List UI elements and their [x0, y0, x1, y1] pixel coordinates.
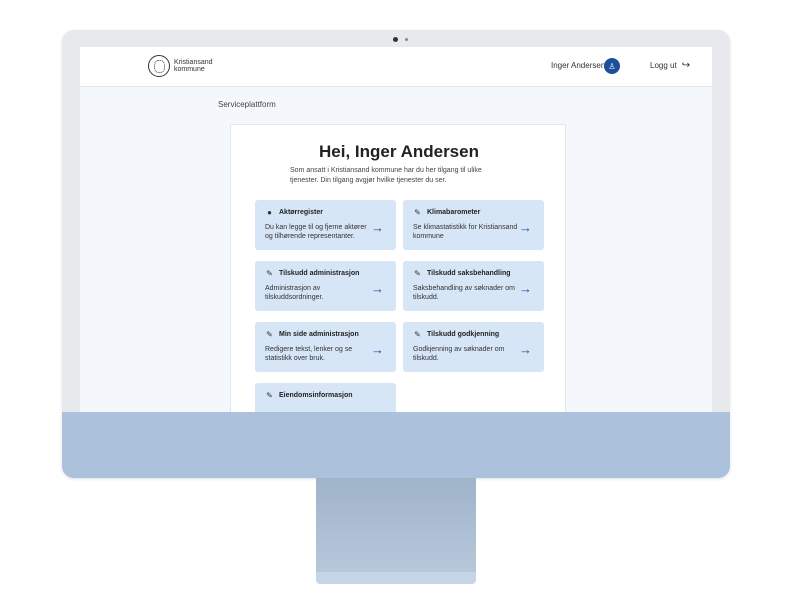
intro-text: Som ansatt i Kristiansand kommune har du… — [290, 167, 482, 184]
service-tile-tilskudd-saksbehandling[interactable]: ✎ Tilskudd saksbehandling Saksbehandling… — [403, 261, 544, 311]
screen: Kristiansand kommune Inger Andersen ♙ Lo… — [80, 47, 712, 413]
logout-icon: ↪ — [681, 59, 691, 71]
service-description: Administrasjon av tilskuddsordninger. — [265, 285, 324, 301]
service-description: Godkjenning av søknader om tilskudd. — [413, 346, 505, 362]
pencil-icon: ✎ — [414, 208, 421, 217]
app-header: Kristiansand kommune Inger Andersen ♙ Lo… — [80, 47, 712, 87]
service-tile-klimabarometer[interactable]: ✎ Klimabarometer Se klimastatistikk for … — [403, 200, 544, 250]
service-description: Du kan legge til og fjerne aktører og ti… — [265, 224, 367, 240]
service-title: Aktørregister — [279, 209, 323, 216]
pencil-icon: ✎ — [266, 391, 273, 400]
service-description: Redigere tekst, lenker og se statistikk … — [265, 346, 353, 362]
arrow-right-icon: → — [371, 342, 384, 357]
service-title: Tilskudd administrasjon — [279, 270, 360, 277]
service-description: Se klimastatistikk for Kristiansand komm… — [413, 224, 518, 240]
camera-sensor — [405, 38, 408, 41]
service-tile-tilskudd-administrasjon[interactable]: ✎ Tilskudd administrasjon Administrasjon… — [255, 261, 396, 311]
arrow-right-icon: → — [519, 342, 532, 357]
monitor-stand-base — [316, 572, 476, 584]
service-title: Tilskudd godkjenning — [427, 331, 500, 338]
service-tile-min-side-administrasjon[interactable]: ✎ Min side administrasjon Redigere tekst… — [255, 322, 396, 372]
service-title: Eiendomsinformasjon — [279, 392, 353, 399]
user-name: Inger Andersen — [551, 61, 606, 70]
logo-line-1: Kristiansand — [174, 59, 213, 66]
monitor-stand — [316, 478, 476, 574]
page-title: Hei, Inger Andersen — [319, 142, 479, 161]
arrow-right-icon: → — [519, 220, 532, 235]
services-card: Hei, Inger Andersen Som ansatt i Kristia… — [230, 124, 566, 413]
service-tile-tilskudd-godkjenning[interactable]: ✎ Tilskudd godkjenning Godkjenning av sø… — [403, 322, 544, 372]
pencil-icon: ✎ — [414, 269, 421, 278]
monitor-frame: Kristiansand kommune Inger Andersen ♙ Lo… — [62, 30, 730, 478]
logo-text: Kristiansand kommune — [174, 59, 213, 73]
service-title: Klimabarometer — [427, 209, 481, 216]
service-title: Min side administrasjon — [279, 331, 359, 338]
logout-button[interactable]: Logg ut ↪ — [650, 59, 691, 71]
service-tile-aktorregister[interactable]: ● Aktørregister Du kan legge til og fjer… — [255, 200, 396, 250]
logo-line-2: kommune — [174, 66, 205, 73]
service-tile-eiendomsinformasjon[interactable]: ✎ Eiendomsinformasjon — [255, 383, 396, 413]
coat-of-arms-icon — [148, 55, 170, 77]
person-icon[interactable]: ♙ — [604, 58, 620, 74]
pencil-icon: ✎ — [414, 330, 421, 339]
user-icon: ● — [267, 208, 272, 217]
camera — [393, 37, 398, 42]
kristiansand-logo[interactable]: Kristiansand kommune — [148, 55, 213, 77]
service-description: Saksbehandling av søknader om tilskudd. — [413, 285, 515, 301]
service-title: Tilskudd saksbehandling — [427, 270, 511, 277]
monitor-chin — [62, 412, 730, 478]
arrow-right-icon: → — [519, 281, 532, 296]
logout-label: Logg ut — [650, 61, 677, 70]
breadcrumb[interactable]: Serviceplattform — [218, 100, 276, 109]
pencil-icon: ✎ — [266, 269, 273, 278]
arrow-right-icon: → — [371, 220, 384, 235]
arrow-right-icon: → — [371, 281, 384, 296]
pencil-icon: ✎ — [266, 330, 273, 339]
